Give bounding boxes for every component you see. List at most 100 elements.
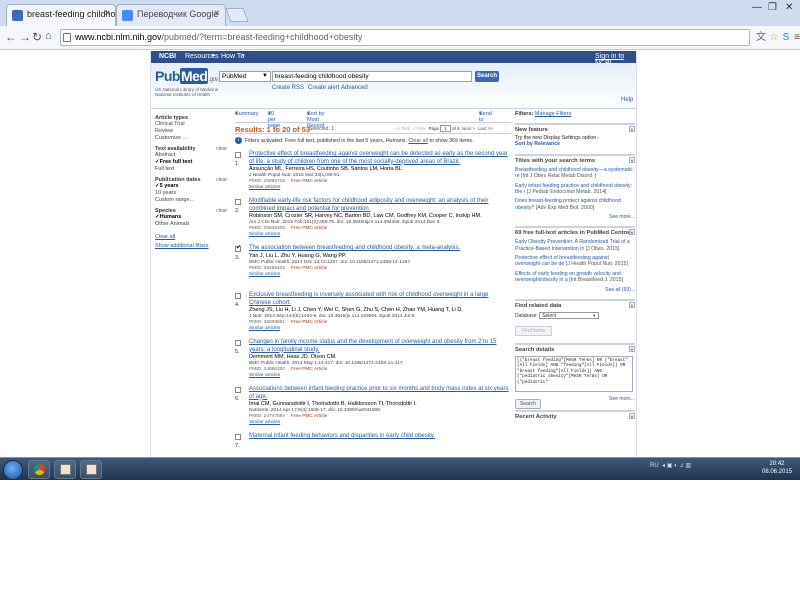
result-checkbox[interactable] [235,293,241,299]
sidebar-article-link[interactable]: Early infant feeding practice and childh… [515,183,635,196]
similar-articles-link[interactable]: Similar articles [249,326,511,332]
result-title-link[interactable]: Maternal infant feeding behaviors and di… [249,433,511,441]
sort-by-relevance-link[interactable]: Sort by Relevance [515,141,635,147]
back-icon[interactable]: ← [5,30,17,44]
collapse-icon[interactable]: ▼ [629,345,635,352]
star-icon[interactable]: ☆ [768,32,780,44]
home-icon[interactable]: ⌂ [45,30,52,42]
help-link[interactable]: Help [621,97,633,103]
details-see-more-link[interactable]: See more... [609,396,635,402]
similar-articles-link[interactable]: Similar articles [249,272,511,278]
similar-articles-link[interactable]: Similar articles [249,232,511,238]
tab-pubmed[interactable]: breast-feeding childhood × [6,4,116,26]
taskbar-chrome[interactable] [28,460,50,479]
similar-articles-link[interactable]: Similar articles [249,373,511,379]
send-to-menu[interactable]: Send to ▾ [479,111,492,123]
sort-menu[interactable]: Sort by Most Recent ▾ [307,111,324,129]
tab-google-translate[interactable]: Переводчик Google × [116,4,226,26]
pager-next[interactable]: Next > [462,126,475,131]
see-all-link[interactable]: See all (69)... [515,287,635,293]
clear-species[interactable]: clear [216,208,227,214]
result-checkbox[interactable] [235,340,241,346]
collapse-icon[interactable]: ▼ [629,301,635,308]
free-pmc-article-link[interactable]: Free PMC Article [291,266,327,271]
details-search-button[interactable]: Search [515,398,541,409]
pubmed-logo[interactable]: PubMed.gov [155,68,218,84]
address-bar[interactable]: www.ncbi.nlm.nih.gov/pubmed/?term=breast… [60,29,750,46]
filter-10-years[interactable]: 10 years [155,190,227,197]
clear-all-filters-link[interactable]: Clear all [408,138,427,144]
per-page-menu[interactable]: 20 per page ▾ [268,111,280,129]
filter-5-years[interactable]: ✓5 years [155,183,227,190]
related-database-select[interactable]: Select ▼ [539,311,600,319]
advanced-link[interactable]: Advanced [341,85,368,91]
collapse-icon[interactable]: ▼ [629,229,635,236]
filter-humans[interactable]: ✓Humans [155,214,227,221]
result-title-link[interactable]: Modifiable early-life risk factors for c… [249,198,511,213]
collapse-icon[interactable]: ▼ [629,126,635,132]
see-more-link[interactable]: See more... [515,214,635,220]
collapse-icon[interactable]: ▼ [629,412,635,419]
result-title-link[interactable]: The association between breastfeeding an… [249,245,511,253]
sidebar-article-link[interactable]: Does breast-feeding protect against chil… [515,198,635,211]
taskbar-app-2[interactable] [80,460,102,479]
taskbar-app-1[interactable] [54,460,76,479]
search-button[interactable]: Search [475,71,499,82]
free-pmc-article-link[interactable]: Free PMC Article [291,367,327,372]
maximize-icon[interactable]: ❐ [768,2,777,13]
result-checkbox[interactable] [235,152,241,158]
free-pmc-article-link[interactable]: Free PMC Article [291,179,327,184]
clear-text-availability[interactable]: clear [216,146,227,152]
sidebar-article-link[interactable]: Protective effect of breastfeeding again… [515,255,635,268]
howto-menu[interactable]: How To [221,53,244,60]
show-additional-filters-link[interactable]: Show additional filters [155,243,227,249]
sidebar-article-link[interactable]: Early Obesity Prevention: A Randomized T… [515,239,635,252]
filter-review[interactable]: Review [155,128,227,135]
new-tab-button[interactable] [225,8,249,22]
result-title-link[interactable]: Changes in family income status and the … [249,339,511,354]
ncbi-logo[interactable]: NCBI [159,53,176,60]
manage-filters-link[interactable]: Manage Filters [535,111,571,117]
pager-prev[interactable]: < Prev [413,126,426,131]
clear-publication-dates[interactable]: clear [216,177,227,183]
clock[interactable]: 20:42 08.06.2015 [760,460,794,476]
create-alert-link[interactable]: Create alert [308,85,339,91]
forward-icon[interactable]: → [19,30,31,44]
find-items-button[interactable]: Find items [515,325,553,336]
search-details-textarea[interactable]: (("breast feeding"[MeSH Terms] OR ("brea… [515,355,633,392]
pager-last[interactable]: Last >> [478,126,493,131]
minimize-icon[interactable]: — [752,2,762,13]
similar-articles-link[interactable]: Similar articles [249,420,511,426]
result-checkbox[interactable] [235,387,241,393]
reload-icon[interactable]: ↻ [32,30,42,44]
database-select[interactable]: PubMed ▼ [219,71,271,82]
similar-articles-link[interactable]: Similar articles [249,185,511,191]
filter-customize[interactable]: Customize ... [155,135,227,142]
filter-clinical-trial[interactable]: Clinical Trial [155,121,227,128]
sidebar-article-link[interactable]: Effects of early feeding on growth veloc… [515,271,635,284]
start-button[interactable] [3,460,23,480]
free-pmc-article-link[interactable]: Free PMC Article [291,226,327,231]
language-indicator[interactable]: RU [650,463,659,469]
translate-icon[interactable]: 文 [755,32,767,44]
free-pmc-article-link[interactable]: Free PMC Article [291,414,327,419]
filter-other-animals[interactable]: Other Animals [155,221,227,228]
close-window-icon[interactable]: ✕ [785,2,793,13]
filter-custom-range[interactable]: Custom range... [155,197,227,204]
page-number-input[interactable]: 1 [440,125,451,132]
summary-format-menu[interactable]: Summary ▾ [235,111,259,117]
result-title-link[interactable]: Associations between infant feeding prac… [249,386,511,401]
result-checkbox[interactable] [235,244,241,252]
sidebar-article-link[interactable]: Breastfeeding and childhood obesity—a sy… [515,167,635,180]
filter-full-text[interactable]: Full text [155,166,227,173]
menu-icon[interactable]: ≡ [791,32,800,44]
filter-abstract[interactable]: Abstract [155,152,227,159]
collapse-icon[interactable]: ▼ [629,156,635,163]
result-title-link[interactable]: Protective effect of breastfeeding again… [249,151,511,166]
search-input[interactable]: breast-feeding childhood obesity [272,71,472,82]
free-pmc-article-link[interactable]: Free PMC Article [291,320,327,325]
result-checkbox[interactable] [235,434,241,440]
tray-icons[interactable]: ◂ ▣ ◐ ♫ ▥ [662,463,691,469]
clear-all-link[interactable]: Clear all [155,234,227,240]
create-rss-link[interactable]: Create RSS [272,85,304,91]
